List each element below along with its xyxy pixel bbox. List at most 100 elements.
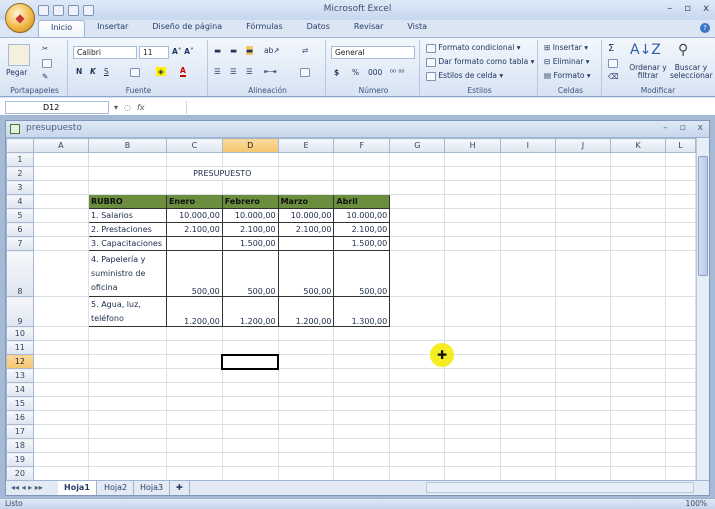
data-cell[interactable]: 10.000,00 (333, 208, 391, 223)
close-button[interactable]: x (703, 3, 709, 14)
data-cell[interactable]: 500,00 (221, 250, 279, 297)
conditional-format-button[interactable]: Formato condicional ▾ (426, 43, 521, 53)
data-cell[interactable]: 2. Prestaciones (88, 222, 167, 237)
row-header[interactable]: 5 (6, 208, 34, 223)
vertical-scrollbar[interactable] (696, 138, 709, 480)
active-cell[interactable] (221, 353, 280, 370)
data-cell[interactable] (277, 236, 335, 251)
column-header[interactable]: G (389, 138, 446, 153)
row-header[interactable]: 7 (6, 236, 34, 251)
zoom-level[interactable]: 100% (686, 499, 707, 508)
font-color-icon[interactable]: A (180, 66, 186, 77)
currency-button[interactable]: $ (334, 68, 339, 77)
select-all-corner[interactable] (6, 138, 34, 153)
align-top-icon[interactable]: ▬ (214, 46, 221, 55)
font-name-select[interactable]: Calibri (73, 46, 137, 59)
merge-center-icon[interactable] (300, 67, 310, 77)
sheet-tab-hoja1[interactable]: Hoja1 (58, 481, 97, 495)
find-select-icon[interactable]: ⚲ (678, 42, 688, 58)
align-bottom-icon[interactable]: ▬ (246, 46, 254, 55)
minimize-button[interactable]: – (667, 3, 672, 14)
autosum-icon[interactable]: Σ (608, 43, 614, 54)
column-header[interactable]: J (554, 138, 612, 153)
underline-button[interactable]: S (104, 67, 109, 76)
data-cell[interactable]: 1.200,00 (221, 296, 279, 327)
align-right-icon[interactable]: ☰ (246, 67, 253, 76)
paste-button[interactable]: Pegar (6, 68, 27, 77)
row-header[interactable]: 11 (6, 340, 34, 355)
fx-button[interactable]: fx (137, 103, 145, 112)
header-cell[interactable]: Marzo (277, 194, 335, 209)
format-as-table-button[interactable]: Dar formato como tabla ▾ (426, 57, 534, 67)
format-painter-icon[interactable]: ✎ (42, 72, 48, 81)
decimals-icon[interactable]: ⁰⁰ ⁰⁰ (390, 68, 404, 77)
row-header[interactable]: 18 (6, 438, 34, 453)
vertical-scroll-thumb[interactable] (698, 156, 708, 276)
tab-vista[interactable]: Vista (395, 20, 439, 37)
fill-color-icon[interactable]: ◈ (156, 67, 166, 76)
data-cell[interactable]: 4. Papelería y suministro de oficina (88, 250, 167, 297)
data-cell[interactable]: 1.300,00 (333, 296, 391, 327)
expand-icon[interactable]: ◌ (124, 103, 131, 112)
data-cell[interactable]: 500,00 (277, 250, 335, 297)
tab-formulas[interactable]: Fórmulas (234, 20, 295, 37)
workbook-restore-button[interactable]: ▫ (680, 123, 686, 133)
data-cell[interactable]: 1.500,00 (221, 236, 279, 251)
row-header[interactable]: 19 (6, 452, 34, 467)
thousands-button[interactable]: 000 (368, 68, 382, 77)
row-header[interactable]: 10 (6, 326, 34, 341)
data-cell[interactable]: 1.500,00 (333, 236, 391, 251)
column-header[interactable]: C (165, 138, 223, 153)
data-cell[interactable]: 10.000,00 (221, 208, 279, 223)
header-cell[interactable]: Enero (165, 194, 223, 209)
copy-icon[interactable] (42, 58, 52, 68)
wrap-text-icon[interactable]: ⇌ (302, 46, 308, 55)
sheet-tab-hoja2[interactable]: Hoja2 (98, 481, 135, 495)
sort-filter-button[interactable]: Ordenar y filtrar (628, 64, 668, 80)
data-cell[interactable]: 3. Capacitaciones (88, 236, 167, 251)
header-cell[interactable]: RUBRO (88, 194, 167, 209)
column-header[interactable]: H (444, 138, 501, 153)
column-header-selected[interactable]: D (221, 138, 279, 153)
workbook-minimize-button[interactable]: – (663, 123, 668, 133)
align-center-icon[interactable]: ☰ (230, 67, 237, 76)
workbook-close-button[interactable]: x (698, 123, 703, 133)
insert-cells-button[interactable]: ⊞ Insertar ▾ (544, 43, 588, 52)
data-cell[interactable]: 5. Agua, luz, teléfono (88, 296, 167, 327)
borders-icon[interactable] (130, 67, 140, 77)
font-size-select[interactable]: 11 (139, 46, 169, 59)
insert-sheet-icon[interactable]: ✚ (170, 481, 190, 495)
clear-icon[interactable]: ⌫ (608, 72, 619, 81)
paste-icon[interactable] (8, 44, 30, 66)
grow-font-icon[interactable]: A˄ A˅ (172, 47, 194, 56)
restore-button[interactable]: ▫ (684, 3, 691, 14)
office-button[interactable]: ◆ (5, 3, 35, 33)
column-header[interactable]: L (665, 138, 696, 153)
column-header[interactable]: F (333, 138, 391, 153)
bold-button[interactable]: N (76, 67, 82, 76)
name-box[interactable]: D12 (5, 101, 109, 114)
column-header[interactable]: E (277, 138, 335, 153)
row-header[interactable]: 16 (6, 410, 34, 425)
data-cell[interactable]: 1.200,00 (277, 296, 335, 327)
sheet-tab-hoja3[interactable]: Hoja3 (134, 481, 171, 495)
format-cells-button[interactable]: ▤ Formato ▾ (544, 71, 591, 80)
data-cell[interactable]: 500,00 (165, 250, 223, 297)
row-header-selected[interactable]: 12 (6, 354, 34, 369)
row-header[interactable]: 2 (6, 166, 34, 181)
align-left-icon[interactable]: ☰ (214, 67, 221, 76)
cut-icon[interactable]: ✂ (42, 44, 48, 53)
data-cell[interactable]: 2.100,00 (333, 222, 391, 237)
data-cell[interactable]: 500,00 (333, 250, 391, 297)
row-header[interactable]: 15 (6, 396, 34, 411)
header-cell[interactable]: Febrero (221, 194, 279, 209)
delete-cells-button[interactable]: ⊟ Eliminar ▾ (544, 57, 590, 66)
formula-input[interactable] (186, 101, 704, 114)
data-cell[interactable]: 10.000,00 (165, 208, 223, 223)
column-header[interactable]: A (32, 138, 90, 153)
tab-inicio[interactable]: Inicio (38, 20, 86, 37)
data-cell[interactable]: 1.200,00 (165, 296, 223, 327)
row-header[interactable]: 4 (6, 194, 34, 209)
align-middle-icon[interactable]: ▬ (230, 46, 237, 55)
indent-icon[interactable]: ⇤⇥ (264, 67, 277, 76)
